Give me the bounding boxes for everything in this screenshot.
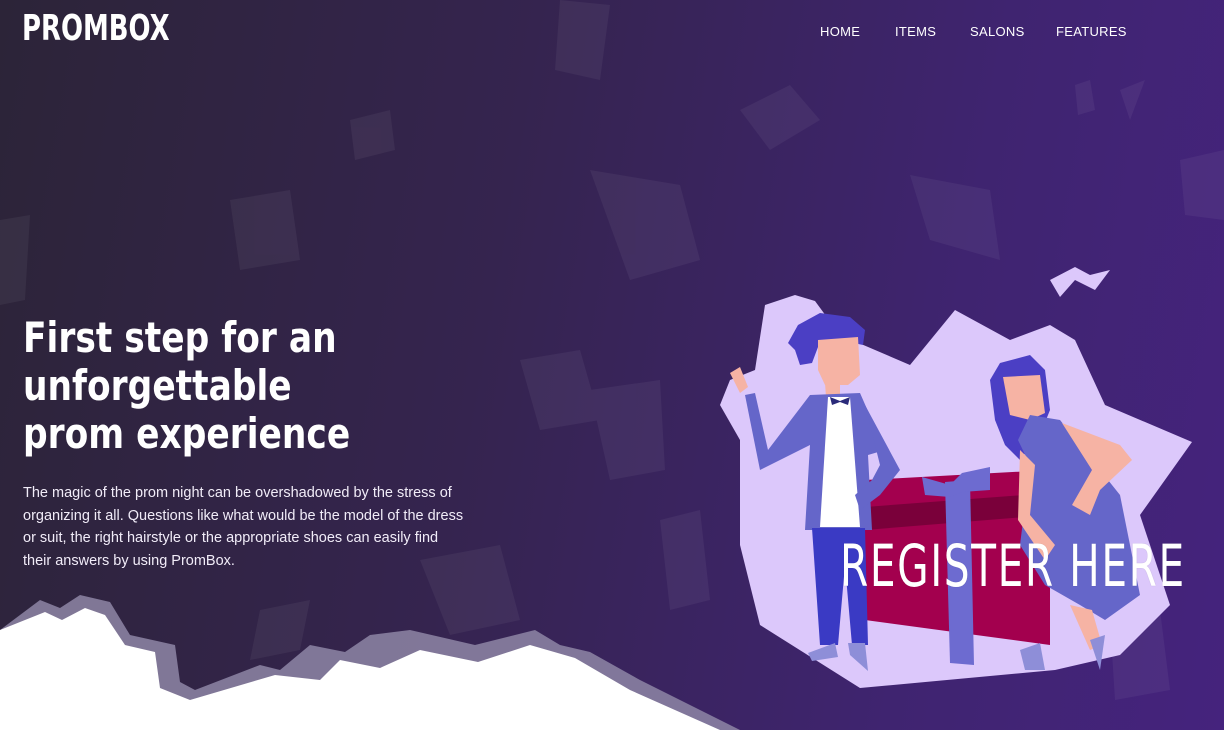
couple-illustration <box>720 267 1192 688</box>
hero-description: The magic of the prom night can be overs… <box>23 485 464 570</box>
nav-items[interactable]: ITEMS <box>895 24 936 39</box>
hero-title: First step for an unforgettable prom exp… <box>23 313 351 458</box>
register-button[interactable]: REGISTER HERE <box>840 534 1186 598</box>
nav-home[interactable]: HOME <box>820 24 860 39</box>
nav-salons[interactable]: SALONS <box>970 24 1025 39</box>
nav-features[interactable]: FEATURES <box>1056 24 1127 39</box>
man-face <box>818 337 860 385</box>
bottom-decoration <box>0 595 740 730</box>
brand-logo[interactable]: PROMBOX <box>22 8 170 50</box>
